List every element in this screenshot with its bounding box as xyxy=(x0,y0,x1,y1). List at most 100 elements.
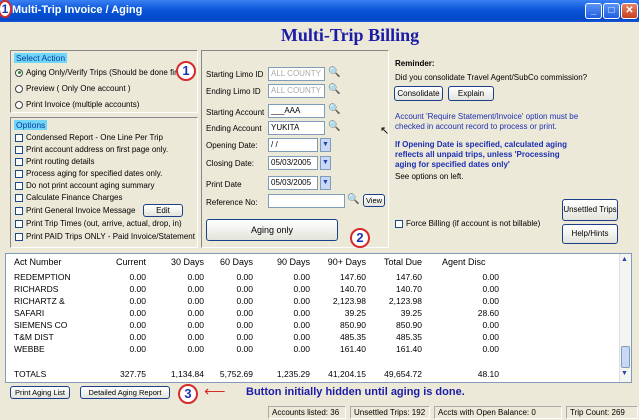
close-button[interactable]: ✕ xyxy=(621,3,638,19)
search-icon[interactable]: 🔍 xyxy=(328,104,341,117)
cell: SIEMENS CO xyxy=(14,320,68,330)
options-panel: Options Condensed Report - One Line Per … xyxy=(10,117,198,248)
option-routing-details[interactable]: Print routing details xyxy=(15,157,94,166)
option-finance-charges[interactable]: Calculate Finance Charges xyxy=(15,193,123,202)
radio-aging-only[interactable]: Aging Only/Verify Trips (Should be done … xyxy=(15,68,186,77)
cell: 161.40 xyxy=(340,344,366,354)
cell: 0.00 xyxy=(482,332,499,342)
callout-3: 3 xyxy=(178,384,198,404)
explain-button[interactable]: Explain xyxy=(448,86,494,101)
cell: 327.75 xyxy=(120,369,146,379)
checkbox-icon xyxy=(15,157,23,166)
cell: WEBBE xyxy=(14,344,45,354)
opening-date-note: If Opening Date is specified, calculated… xyxy=(395,140,568,169)
checkbox-icon xyxy=(15,169,23,178)
scroll-down-icon[interactable]: ▼ xyxy=(621,370,630,379)
vertical-scrollbar[interactable]: ▲ ▼ xyxy=(619,254,631,382)
see-options-note: See options on left. xyxy=(395,172,464,181)
radio-preview[interactable]: Preview ( Only One account ) xyxy=(15,84,130,93)
cell: 0.00 xyxy=(129,332,146,342)
col-header: Current xyxy=(115,257,146,267)
option-label: Do not print account aging summary xyxy=(26,181,155,190)
col-header: Agent Disc xyxy=(442,257,486,267)
search-icon[interactable]: 🔍 xyxy=(328,67,341,80)
view-button[interactable]: View xyxy=(363,194,385,207)
cell: 0.00 xyxy=(482,284,499,294)
unsettled-trips-button[interactable]: Unsettled Trips xyxy=(562,199,618,221)
radio-label: Preview ( Only One account ) xyxy=(26,84,131,93)
search-icon[interactable]: 🔍 xyxy=(347,194,360,207)
print-aging-list-button[interactable]: Print Aging List xyxy=(10,386,70,399)
aging-table[interactable]: Act Number Current 30 Days 60 Days 90 Da… xyxy=(5,253,632,383)
cell: 5,752.69 xyxy=(219,369,253,379)
radio-icon xyxy=(15,84,23,93)
cell: 0.00 xyxy=(236,272,253,282)
checkbox-icon xyxy=(15,181,23,190)
col-header: Act Number xyxy=(14,257,62,267)
consolidate-button[interactable]: Consolidate xyxy=(394,86,443,101)
cell: SAFARI xyxy=(14,308,45,318)
radio-print-invoice[interactable]: Print Invoice (multiple accounts) xyxy=(15,100,139,109)
status-accounts-listed: Accounts listed: 36 xyxy=(268,406,346,419)
option-label: Print General Invoice Message xyxy=(26,206,136,215)
radio-label: Print Invoice (multiple accounts) xyxy=(26,100,140,109)
opening-date-label: Opening Date: xyxy=(206,141,258,150)
ending-account-label: Ending Account xyxy=(206,124,262,133)
force-billing-checkbox[interactable]: Force Billing (if account is not billabl… xyxy=(395,219,540,228)
option-address-first-page[interactable]: Print account address on first page only… xyxy=(15,145,168,154)
closing-date-field[interactable]: 05/03/2005 xyxy=(268,156,318,170)
cell: 1,235.29 xyxy=(276,369,310,379)
force-billing-label: Force Billing (if account is not billabl… xyxy=(406,219,541,228)
scroll-up-icon[interactable]: ▲ xyxy=(621,256,630,265)
reference-field[interactable] xyxy=(268,194,345,208)
option-no-aging-summary[interactable]: Do not print account aging summary xyxy=(15,181,155,190)
option-paid-trips-only[interactable]: Print PAID Trips ONLY - Paid Invoice/Sta… xyxy=(15,232,195,241)
cell: RICHARTZ & xyxy=(14,296,65,306)
minimize-button[interactable]: _ xyxy=(585,3,602,19)
reminder-question: Did you consolidate Travel Agent/SubCo c… xyxy=(395,73,588,82)
cell: 140.70 xyxy=(396,284,422,294)
option-label: Print Trip Times (out, arrive, actual, d… xyxy=(26,219,182,228)
option-general-message[interactable]: Print General Invoice Message xyxy=(15,206,135,215)
search-icon[interactable]: 🔍 xyxy=(328,84,341,97)
cell: 161.40 xyxy=(396,344,422,354)
opening-date-field[interactable]: / / xyxy=(268,138,318,152)
cell: 0.00 xyxy=(293,320,310,330)
print-date-field[interactable]: 05/03/2005 xyxy=(268,176,318,190)
cell: 485.35 xyxy=(396,332,422,342)
option-label: Calculate Finance Charges xyxy=(26,193,123,202)
arrow-left-icon: ⟵ xyxy=(204,383,226,400)
aging-only-button[interactable]: Aging only xyxy=(206,219,338,241)
edit-message-button[interactable]: Edit xyxy=(143,204,183,217)
require-statement-note: Account 'Require Statement/Invoice' opti… xyxy=(395,112,579,131)
chevron-down-icon[interactable]: ▼ xyxy=(320,156,331,170)
maximize-button[interactable]: □ xyxy=(603,3,620,19)
cell: 0.00 xyxy=(293,272,310,282)
option-specified-dates[interactable]: Process aging for specified dates only. xyxy=(15,169,162,178)
radio-icon xyxy=(15,100,23,109)
ending-limo-label: Ending Limo ID xyxy=(206,87,261,96)
starting-limo-field[interactable]: ALL COUNTY xyxy=(268,67,325,81)
option-trip-times[interactable]: Print Trip Times (out, arrive, actual, d… xyxy=(15,219,182,228)
checkbox-icon xyxy=(15,145,23,154)
starting-account-field[interactable]: ___AAA xyxy=(268,104,325,118)
status-unsettled-trips: Unsettled Trips: 192 xyxy=(350,406,430,419)
chevron-down-icon[interactable]: ▼ xyxy=(320,176,331,190)
ending-account-field[interactable]: YUKITA xyxy=(268,121,325,135)
cell: 147.60 xyxy=(340,272,366,282)
cell: 0.00 xyxy=(187,296,204,306)
cell: 485.35 xyxy=(340,332,366,342)
help-hints-button[interactable]: Help/Hints xyxy=(562,224,618,244)
detailed-aging-report-button[interactable]: Detailed Aging Report xyxy=(80,386,170,399)
ending-limo-field[interactable]: ALL COUNTY xyxy=(268,84,325,98)
cell: 28.60 xyxy=(477,308,499,318)
cell: 0.00 xyxy=(236,320,253,330)
search-icon[interactable]: 🔍 xyxy=(328,121,341,134)
col-header: 90 Days xyxy=(276,257,310,267)
cell: 2,123.98 xyxy=(388,296,422,306)
page-title: Multi-Trip Billing xyxy=(280,25,420,45)
chevron-down-icon[interactable]: ▼ xyxy=(320,138,331,152)
cell: 2,123.98 xyxy=(332,296,366,306)
option-condensed[interactable]: Condensed Report - One Line Per Trip xyxy=(15,133,163,142)
scroll-thumb[interactable] xyxy=(621,346,630,368)
